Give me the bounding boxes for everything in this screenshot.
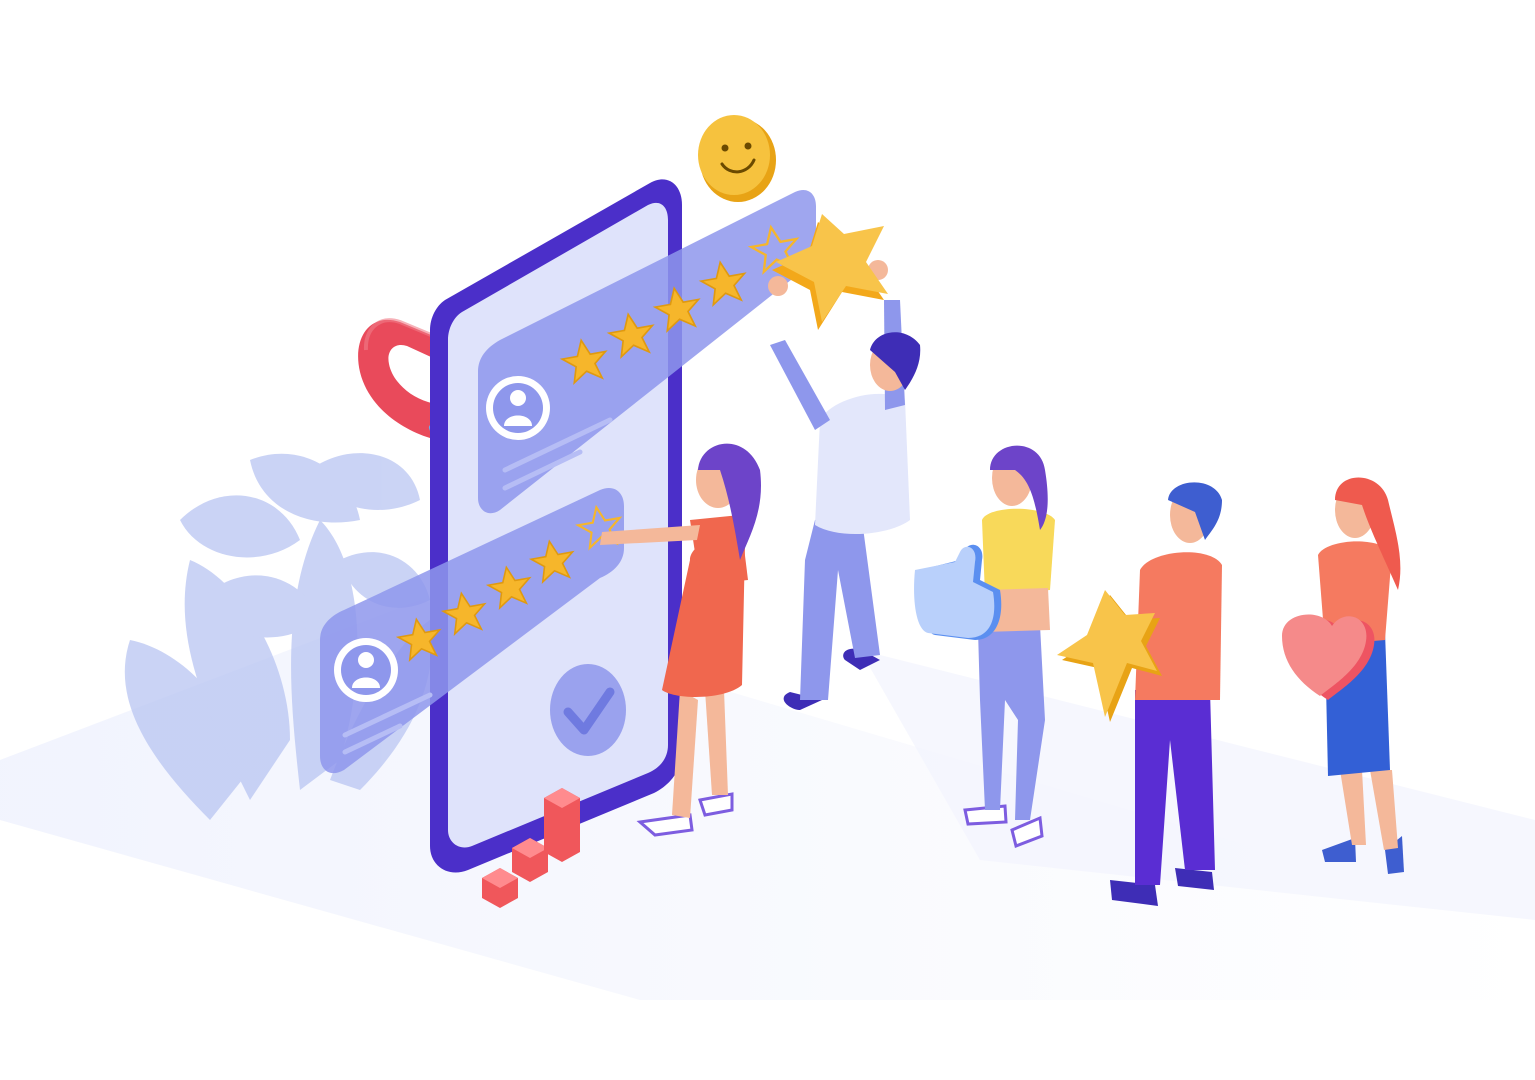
illustration	[0, 0, 1535, 1080]
person-man-lifting-star	[768, 260, 921, 710]
smiley-icon	[698, 115, 776, 202]
check-icon	[550, 664, 626, 756]
illustration-canvas	[0, 115, 1535, 1000]
